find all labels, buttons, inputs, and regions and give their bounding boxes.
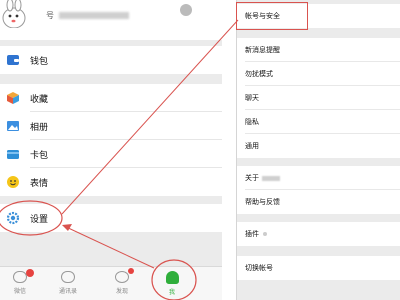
person-icon (165, 271, 179, 284)
menu-item-cards[interactable]: 卡包 (0, 140, 222, 168)
settings-page: 帐号与安全 新消息提醒 勿扰模式 聊天 隐私 通用 关于 帮助与反馈 插件 切换… (236, 0, 400, 300)
menu-item-settings[interactable]: 设置 (0, 204, 222, 232)
wallet-icon (7, 55, 19, 65)
settings-item-help-feedback[interactable]: 帮助与反馈 (237, 190, 400, 214)
menu-item-label: 钱包 (30, 57, 49, 67)
settings-item-about[interactable]: 关于 (237, 166, 400, 190)
settings-item-account-security[interactable]: 帐号与安全 (237, 4, 400, 28)
bottom-tab-bar: 微信 通讯录 发现 我 (0, 266, 222, 300)
settings-item-plugins[interactable]: 插件 (237, 222, 400, 246)
me-page: 号 钱包 收藏 相册 卡包 表情 设置 微信 通讯录 发现 我 (0, 0, 222, 300)
cube-icon (7, 92, 19, 104)
menu-item-album[interactable]: 相册 (0, 112, 222, 140)
settings-item-do-not-disturb[interactable]: 勿扰模式 (237, 62, 400, 86)
menu-item-label: 相册 (30, 123, 49, 133)
profile-header[interactable]: 号 (0, 0, 222, 40)
menu-item-wallet[interactable]: 钱包 (0, 46, 222, 74)
menu-item-favorites[interactable]: 收藏 (0, 84, 222, 112)
settings-item-general[interactable]: 通用 (237, 134, 400, 158)
wechat-id: 号 (46, 10, 129, 21)
settings-item-chats[interactable]: 聊天 (237, 86, 400, 110)
tab-contacts[interactable]: 通讯录 (48, 271, 88, 300)
avatar[interactable] (2, 0, 36, 28)
qr-code-icon[interactable] (180, 4, 192, 16)
tab-chats[interactable]: 微信 (0, 269, 40, 300)
chat-bubble-icon (13, 269, 34, 283)
unread-badge (128, 268, 134, 274)
menu-item-label: 卡包 (30, 151, 49, 161)
settings-item-new-message-alerts[interactable]: 新消息提醒 (237, 38, 400, 62)
menu-item-stickers[interactable]: 表情 (0, 168, 222, 196)
unread-badge (26, 269, 34, 277)
gear-icon (6, 211, 20, 225)
menu-item-label: 设置 (30, 215, 49, 225)
tab-discover[interactable]: 发现 (102, 268, 142, 300)
menu-item-label: 收藏 (30, 95, 49, 105)
smile-icon (7, 176, 19, 188)
settings-item-switch-account[interactable]: 切换帐号 (237, 256, 400, 280)
card-icon (7, 150, 19, 159)
settings-item-privacy[interactable]: 隐私 (237, 110, 400, 134)
compass-icon (115, 268, 134, 283)
contacts-icon (61, 271, 75, 283)
tab-me[interactable]: 我 (152, 271, 192, 300)
menu-item-label: 表情 (30, 179, 49, 189)
photo-icon (7, 121, 19, 131)
